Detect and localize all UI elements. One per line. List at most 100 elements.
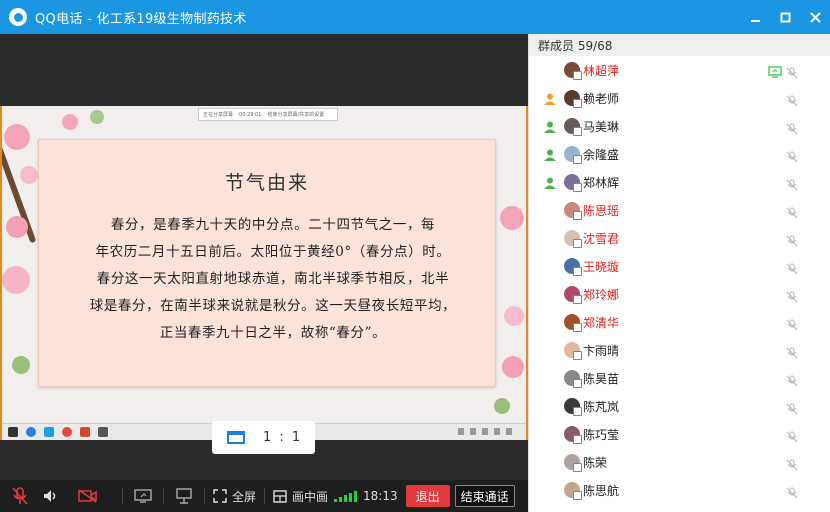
member-row[interactable]: 马美琳 [529,112,830,140]
member-name: 余隆盛 [583,148,620,162]
member-row[interactable]: 林超萍 [529,56,830,84]
minimize-icon[interactable] [740,0,770,34]
exit-button[interactable]: 退出 [405,485,450,507]
avatar [564,258,582,276]
member-row[interactable]: 陈思航 [529,476,830,504]
slide-paragraph: 春分，是春季九十天的中分点。二十四节气之一，每 年农历二月十五日前后。太阳位于黄… [73,212,473,347]
member-row[interactable]: 郑清华 [529,308,830,336]
ppt-icon [80,427,90,437]
browser-icon [62,427,72,437]
fullscreen-button[interactable]: 全屏 [213,480,256,512]
title-bar: QQ电话 - 化工系19级生物制药技术 [0,0,830,34]
member-row[interactable]: 陈芃岚 [529,392,830,420]
mic-off-icon [786,148,798,167]
qq-logo-icon [9,8,27,26]
member-row[interactable]: 郑玲娜 [529,280,830,308]
presentation-icon [176,488,192,504]
member-row[interactable]: 陈思瑶 [529,196,830,224]
mic-off-icon [786,428,798,447]
signal-strength-icon [334,490,358,502]
screen-share-icon [768,63,782,82]
window-controls [740,0,830,34]
member-name: 陈昊苗 [583,372,620,386]
fullscreen-icon [213,489,227,503]
member-name: 赖老师 [583,92,620,106]
slide-content: 节气由来 春分，是春季九十天的中分点。二十四节气之一，每 年农历二月十五日前后。… [38,139,496,387]
divider [163,488,164,504]
member-row[interactable]: 陈昊苗 [529,364,830,392]
blossom-decoration [502,356,524,378]
end-call-button[interactable]: 结束通话 [454,485,515,507]
blossom-decoration [500,206,524,230]
avatar [564,342,582,360]
maximize-icon[interactable] [770,0,800,34]
member-row[interactable]: 卞雨晴 [529,336,830,364]
speaker-button[interactable] [40,480,62,512]
app-icon [98,427,108,437]
member-row[interactable]: 王晓璇 [529,252,830,280]
presentation-button[interactable] [172,480,196,512]
member-row[interactable]: 余隆盛 [529,140,830,168]
member-name: 陈荣 [583,456,608,470]
fullscreen-label: 全屏 [232,489,257,504]
member-list[interactable]: 林超萍赖老师马美琳余隆盛郑林辉 陈思瑶 沈雪君王晓璇郑玲娜郑清华卞雨晴陈昊苗陈芃岚陈… [529,56,830,504]
shared-screen[interactable]: 正在分享屏幕 00:29:01 结束分享屏幕/共享的设置 节气由来 春分，是春季… [0,106,528,440]
member-name: 陈芃岚 [583,400,620,414]
share-screen-button[interactable] [131,480,155,512]
blossom-decoration [20,166,38,184]
member-row[interactable]: 沈雪君 [529,224,830,252]
member-name: 陈巧莹 [583,428,620,442]
member-row[interactable]: 郑林辉 [529,168,830,196]
close-icon[interactable] [800,0,830,34]
app-icon [26,427,36,437]
windows-start-icon [8,427,18,437]
window-icon [227,431,245,444]
slide-line: 正当春季九十日之半，故称“春分”。 [159,325,387,341]
divider [122,488,123,504]
person-icon [543,147,557,161]
mic-off-icon [786,204,798,223]
avatar [564,202,582,220]
blossom-decoration [6,216,28,238]
member-name: 王晓璇 [583,260,620,274]
camera-off-button[interactable] [62,480,114,512]
avatar [564,118,582,136]
screen-share-icon [134,489,152,503]
leaf-decoration [494,398,510,414]
blossom-decoration [504,306,524,326]
app-icon [44,427,54,437]
avatar [564,286,582,304]
avatar [564,314,582,332]
avatar [564,90,582,108]
member-row[interactable]: 赖老师 [529,84,830,112]
slide-line: 春分这一天太阳直射地球赤道，南北半球季节相反，北半 [96,271,450,287]
speaker-icon [44,490,56,502]
call-duration: 18:13 [363,489,398,503]
mic-muted-button[interactable] [0,480,40,512]
leaf-decoration [90,110,104,124]
pip-button[interactable]: 画中画 [273,480,328,512]
person-icon [543,119,557,133]
member-name: 卞雨晴 [583,344,620,358]
avatar [564,482,582,500]
avatar [564,426,582,444]
avatar [564,174,582,192]
share-settings-link[interactable]: 结束分享屏幕/共享的设置 [267,111,324,118]
member-name: 郑玲娜 [583,288,620,302]
pip-label: 画中画 [292,489,329,504]
mic-off-icon [786,260,798,279]
member-name: 马美琳 [583,120,620,134]
avatar [564,370,582,388]
aspect-ratio-button[interactable]: 1 : 1 [212,421,315,454]
window-title: QQ电话 - 化工系19级生物制药技术 [35,11,247,27]
divider [264,488,266,504]
member-row[interactable]: 陈荣 [529,448,830,476]
person-icon [543,175,557,189]
video-area[interactable]: 正在分享屏幕 00:29:01 结束分享屏幕/共享的设置 节气由来 春分，是春季… [0,34,528,480]
call-toolbar: 全屏 画中画 18:13 退出 结束通话 [0,480,528,512]
member-name: 林超萍 [583,64,620,78]
member-row[interactable]: 陈巧莹 [529,420,830,448]
member-name: 郑清华 [583,316,620,330]
leaf-decoration [12,356,30,374]
slide-heading: 节气由来 [224,172,309,194]
